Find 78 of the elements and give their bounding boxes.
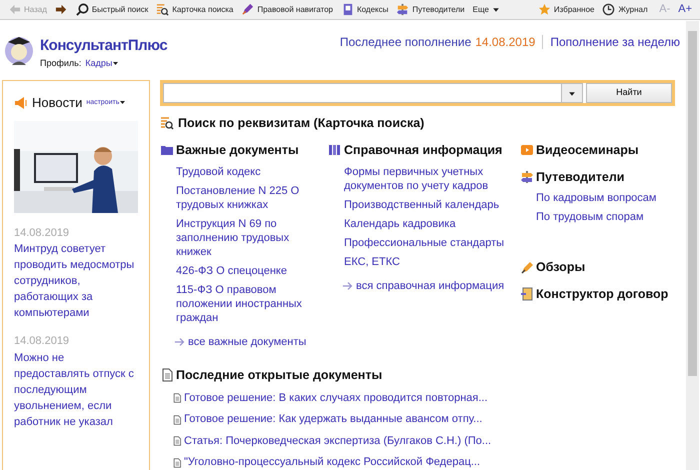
news-link[interactable]: Минтруд советует проводить медосмотры сотрудников, работающих за компьютерами — [14, 241, 138, 321]
scrollbar[interactable] — [686, 21, 699, 470]
toolbar-button[interactable]: Еще — [468, 0, 504, 20]
section-title: Обзоры — [536, 259, 586, 276]
news-title: Новости — [32, 94, 82, 112]
logo: КонсультантПлюс — [40, 38, 168, 53]
video-icon — [520, 143, 534, 158]
toolbar-button[interactable]: Правовой навигатор — [237, 0, 337, 20]
folder-icon — [160, 143, 174, 158]
document-icon — [520, 287, 534, 302]
back-arrow-icon — [8, 3, 21, 16]
section-link[interactable]: Профессиональные стандарты — [328, 236, 510, 250]
recent-document-link[interactable]: Готовое решение: В каких случаях проводится повторная... — [160, 390, 675, 406]
recent-document-link[interactable]: Готовое решение: Как удержать выданные авансом отпу... — [160, 411, 675, 428]
section-link[interactable]: По кадровым вопросам — [520, 191, 680, 206]
section-link[interactable]: ЕКС, ЕТКС — [328, 254, 510, 268]
search-icon — [76, 3, 89, 16]
document-icon — [160, 368, 174, 382]
section-link[interactable]: По трудовым спорам — [520, 210, 680, 224]
toolbar-button[interactable]: Путеводители — [392, 0, 469, 20]
news-date: 14.08.2019 — [14, 226, 70, 240]
caret-icon — [568, 90, 576, 98]
book-icon — [341, 3, 354, 16]
section-link[interactable]: 115-ФЗ О правовом положении иностранных граждан — [160, 282, 318, 324]
card-search-link[interactable]: Поиск по реквизитам (Карточка поиска) — [178, 114, 424, 133]
section-title: Важные документы — [176, 142, 299, 159]
profile-label: Профиль: — [40, 57, 82, 70]
pen-icon — [520, 260, 534, 275]
section-link[interactable]: Трудовой кодекс — [160, 164, 318, 178]
star-icon — [538, 3, 551, 16]
search-field[interactable] — [163, 83, 561, 103]
news-date: 14.08.2019 — [14, 334, 70, 349]
caret-icon — [492, 6, 500, 14]
section-link[interactable]: Инструкция N 69 по заполнению трудовых книжек — [160, 216, 318, 258]
update-label: Последнее пополнение — [340, 34, 472, 51]
megaphone-icon — [14, 96, 28, 110]
caret-icon — [119, 99, 126, 106]
toolbar-button[interactable]: Журнал — [598, 0, 652, 20]
document-icon — [172, 458, 182, 468]
toolbar-button[interactable]: Карточка поиска — [152, 0, 238, 20]
recent-document-link[interactable]: Статья: Почерковедческая экспертиза (Булгаков С.Н.) (По... — [160, 432, 675, 450]
section-link[interactable]: Постановление N 225 О трудовых книжках — [160, 184, 318, 212]
section-link[interactable]: 426-ФЗ О спецоценке — [160, 264, 318, 278]
pen-icon — [241, 3, 254, 16]
scrollbar-thumb[interactable] — [688, 31, 697, 376]
forward-arrow-icon — [54, 3, 68, 16]
caret-icon — [112, 60, 120, 68]
toolbar-button[interactable]: Избранное — [534, 0, 598, 20]
books-icon — [328, 143, 342, 158]
toolbar-button[interactable]: Кодексы — [337, 0, 392, 20]
section-title: Конструктор договор — [536, 286, 668, 303]
section-title: Справочная информация — [344, 142, 502, 159]
document-icon — [172, 414, 182, 424]
section-link[interactable]: Календарь кадровика — [328, 216, 510, 230]
list-search-icon — [156, 3, 170, 16]
section-link[interactable]: Формы первичных учетных документов по учету кадров — [328, 164, 510, 192]
arrow-icon — [342, 280, 354, 292]
recent-title: Последние открытые документы — [176, 367, 382, 384]
profile-link[interactable]: Кадры — [85, 57, 120, 70]
toolbar-button[interactable]: Быстрый поиск — [72, 0, 152, 20]
weekly-updates-link[interactable]: Пополнение за неделю — [550, 33, 680, 51]
find-button[interactable]: Найти — [586, 83, 672, 103]
more-link[interactable]: все важные документы — [160, 334, 318, 350]
recent-document-link[interactable]: "Уголовно-процессуальный кодекс Российской Федерац... — [160, 454, 675, 470]
clock-icon — [602, 3, 616, 16]
dropdown-button[interactable] — [561, 83, 583, 103]
document-icon — [172, 436, 182, 446]
list-search-icon — [160, 116, 174, 130]
section-link[interactable]: Производственный календарь — [328, 198, 510, 212]
more-link[interactable]: вся справочная информация — [328, 278, 510, 294]
toolbar-button[interactable]: A+ — [674, 0, 696, 20]
arrow-icon — [174, 336, 186, 348]
section-title: Видеосеминары — [536, 142, 639, 159]
signpost-icon — [396, 3, 410, 16]
section-title: Путеводители — [536, 168, 624, 186]
document-icon — [172, 393, 182, 403]
news-link[interactable]: Можно не предоставлять отпуск с последующим увольнением, если работник не указал — [14, 350, 138, 430]
signpost-icon — [520, 170, 534, 184]
